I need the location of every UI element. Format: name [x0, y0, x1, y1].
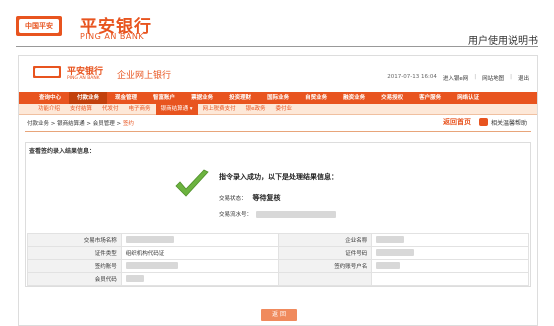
subnav-item-merchant-settlement[interactable]: 银商结算通 ▾: [155, 103, 198, 115]
nav-item-query[interactable]: 查询中心: [31, 92, 69, 104]
cell-value: [120, 233, 279, 247]
status-label: 交易状态：: [219, 196, 247, 202]
cell-label: 证件号码: [277, 246, 373, 260]
bank-header: 平安银行 PING AN BANK 企业网上银行 2017-07-13 16:0…: [19, 56, 537, 92]
success-check-icon: [175, 169, 209, 197]
serial-row: 交易流水号：: [219, 210, 337, 218]
status-row: 交易状态： 等待复核: [219, 193, 281, 203]
subnav-item-payroll[interactable]: 代发付: [97, 104, 124, 115]
info-table: 交易市场名称 企业名称 证件类型 组织机构代码证 证件号码 签约账号 签约账号户…: [27, 233, 529, 286]
serial-label: 交易流水号：: [219, 212, 253, 218]
datetime: 2017-07-13 16:04: [387, 74, 437, 80]
bank-logo-icon: [33, 66, 61, 78]
subnav-item-entrusted[interactable]: 委付业: [270, 104, 297, 115]
subnav-item-settlement[interactable]: 支付结算: [65, 104, 97, 115]
cell-label: 签约账号户名: [277, 259, 373, 273]
nav-item-cash-mgmt[interactable]: 现金管理: [107, 92, 145, 104]
table-row: 交易市场名称 企业名称: [27, 233, 529, 247]
separator: |: [510, 74, 512, 80]
link-sitemap[interactable]: 网站地图: [482, 74, 504, 82]
redacted-value: [376, 261, 401, 269]
top-tools: 返回首页 相关温馨帮助: [443, 117, 527, 127]
pingan-logo-badge-text: 中国平安: [19, 19, 59, 33]
nav-item-payment[interactable]: 付款业务: [69, 92, 108, 104]
serial-value-redacted: [256, 210, 337, 218]
site-title: 企业网上银行: [117, 71, 172, 81]
header-divider: [16, 46, 538, 47]
help-link-label: 相关温馨帮助: [490, 119, 527, 127]
pingan-logo-badge: 中国平安: [16, 16, 62, 36]
status-value: 等待复核: [252, 194, 281, 202]
help-bag-icon: [478, 118, 488, 126]
subnav-item-intro[interactable]: 功能介绍: [33, 104, 65, 115]
table-row: 证件类型 组织机构代码证 证件号码: [27, 246, 529, 260]
success-message: 指令录入成功，以下是处理结果信息：: [219, 173, 338, 181]
subnav-item-egov[interactable]: 银e政务: [241, 104, 271, 115]
redacted-value: [125, 261, 178, 269]
table-row: 签约账号 签约账号户名: [27, 259, 529, 273]
cell-label: 企业名称: [277, 233, 373, 247]
pingan-logo-en: PING AN BANK: [80, 32, 145, 41]
breadcrumb: 付款业务 > 银商结算通 > 会员管理 > 签约: [27, 119, 134, 127]
section-title: 查看签约录入结果信息：: [29, 148, 96, 155]
header-links: 2017-07-13 16:04 进入银e网 | 网站地图 | 退出: [387, 74, 529, 82]
nav-item-financing[interactable]: 融资业务: [335, 92, 373, 104]
cell-label: 证件类型: [27, 246, 122, 260]
cell-label: [277, 272, 373, 286]
nav-item-network-auth[interactable]: 网络认证: [449, 92, 487, 104]
link-enter-yie[interactable]: 进入银e网: [443, 74, 468, 82]
cell-label: 签约账号: [27, 259, 122, 273]
back-button[interactable]: 返 回: [261, 309, 297, 321]
cell-value: [371, 259, 529, 273]
link-logout[interactable]: 退出: [518, 74, 529, 82]
redacted-value: [125, 235, 174, 243]
subnav-item-tax-payment[interactable]: 网上税费支付: [198, 104, 241, 115]
main-nav: 查询中心 付款业务 现金管理 智富账户 票据业务 投资理财 国际业务 自贸业务 …: [19, 92, 537, 104]
cell-value: [371, 246, 529, 260]
cell-value: 组织机构代码证: [120, 246, 279, 260]
cell-value: [371, 272, 529, 286]
cell-value: [371, 233, 529, 247]
nav-item-customer-service[interactable]: 客户服务: [411, 92, 449, 104]
nav-item-smart-account[interactable]: 智富账户: [145, 92, 183, 104]
separator: |: [474, 74, 477, 80]
breadcrumb-item[interactable]: 会员管理: [93, 121, 115, 127]
divider: [25, 131, 531, 132]
redacted-value: [125, 274, 144, 282]
cell-value: [120, 259, 279, 273]
redacted-value: [376, 235, 405, 243]
nav-item-investment[interactable]: 投资理财: [221, 92, 259, 104]
nav-item-international[interactable]: 国际业务: [259, 92, 297, 104]
breadcrumb-item[interactable]: 银商结算通: [57, 121, 85, 127]
banking-screenshot: 平安银行 PING AN BANK 企业网上银行 2017-07-13 16:0…: [18, 55, 538, 326]
nav-item-ftz[interactable]: 自贸业务: [297, 92, 335, 104]
return-home-link[interactable]: 返回首页: [443, 117, 471, 127]
manual-title: 用户使用说明书: [468, 36, 538, 47]
cell-label: 会员代码: [27, 272, 122, 286]
breadcrumb-current: 签约: [122, 121, 134, 127]
breadcrumb-item[interactable]: 付款业务: [27, 121, 49, 127]
manual-header: 中国平安 平安银行 PING AN BANK 用户使用说明书: [0, 0, 554, 50]
nav-item-authorization[interactable]: 交易授权: [373, 92, 411, 104]
table-row: 会员代码: [27, 272, 529, 286]
help-link[interactable]: 相关温馨帮助: [478, 118, 527, 127]
nav-item-bills[interactable]: 票据业务: [183, 92, 221, 104]
cell-value: [120, 272, 279, 286]
sub-nav: 功能介绍 支付结算 代发付 电子商务 银商结算通 ▾ 网上税费支付 银e政务 委…: [19, 103, 537, 115]
cell-label: 交易市场名称: [27, 233, 122, 247]
redacted-value: [376, 248, 415, 256]
subnav-item-ecommerce[interactable]: 电子商务: [124, 104, 156, 115]
bank-logo-en: PING AN BANK: [67, 76, 100, 81]
